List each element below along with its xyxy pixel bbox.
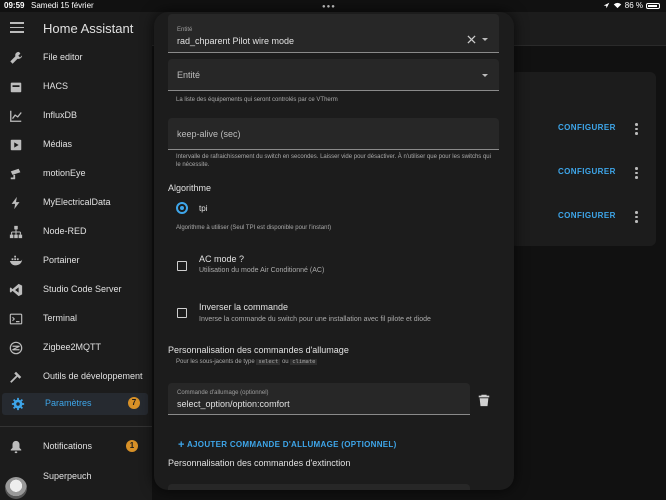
battery-icon (646, 2, 660, 9)
sidebar: Home Assistant File editor HACS InfluxDB… (0, 12, 152, 500)
status-time: 09:59 (4, 1, 25, 10)
sidebar-item-developer-tools[interactable]: Outils de développement (0, 366, 152, 388)
settings-badge: 7 (128, 397, 140, 409)
sidebar-item-terminal[interactable]: Terminal (0, 308, 152, 330)
ac-mode-title: AC mode ? (199, 254, 245, 264)
play-box-icon (10, 139, 22, 151)
turnon-section-title: Personnalisation des commandes d'allumag… (168, 345, 349, 355)
menu-icon[interactable] (10, 22, 24, 34)
sidebar-item-myelectricaldata[interactable]: MyElectricalData (0, 192, 152, 214)
sitemap-icon (9, 225, 23, 239)
more-vert-icon[interactable] (635, 123, 638, 137)
keepalive-helper: Intervalle de rafraichissement du switch… (176, 154, 491, 168)
algorithm-helper: Algorithme à utiliser (Seul TPI est disp… (176, 225, 332, 231)
chart-line-icon (10, 110, 22, 122)
turnoff-command-input[interactable] (168, 484, 470, 490)
sidebar-item-portainer[interactable]: Portainer (0, 250, 152, 272)
console-icon (9, 313, 23, 325)
bell-icon (10, 440, 22, 454)
turnon-command-value: select_option/option:comfort (177, 399, 290, 409)
sidebar-item-notifications[interactable]: Notifications 1 (0, 436, 152, 458)
lightning-icon (11, 196, 20, 210)
sidebar-item-user[interactable]: Superpeuch (0, 466, 152, 488)
turnon-command-input[interactable]: Commande d'allumage (optionnel) select_o… (168, 383, 470, 415)
configure-button[interactable]: CONFIGURER (558, 167, 616, 176)
hacs-icon (10, 82, 22, 93)
clear-icon[interactable] (467, 35, 476, 44)
docker-icon (9, 255, 23, 266)
sidebar-item-studio-code-server[interactable]: Studio Code Server (0, 279, 152, 301)
cctv-icon (10, 168, 21, 180)
sidebar-item-file-editor[interactable]: File editor (0, 47, 152, 69)
sidebar-item-influxdb[interactable]: InfluxDB (0, 105, 152, 127)
sidebar-item-motioneye[interactable]: motionEye (0, 163, 152, 185)
location-icon (603, 2, 610, 9)
cog-icon (11, 397, 25, 411)
invert-command-title: Inverser la commande (199, 302, 289, 312)
delete-icon[interactable] (477, 393, 491, 407)
entity-value: rad_chparent Pilot wire mode (177, 36, 295, 46)
turnon-helper: Pour les sous-jacents de type select ou … (176, 359, 318, 365)
add-turnon-command-button[interactable]: + AJOUTER COMMANDE D'ALLUMAGE (OPTIONNEL… (178, 439, 397, 451)
invert-command-subtitle: Inverse la commande du switch pour une i… (199, 316, 431, 323)
keepalive-placeholder: keep-alive (sec) (177, 129, 241, 139)
zigbee-icon (9, 341, 23, 355)
dropdown-arrow-icon[interactable] (482, 38, 488, 41)
sidebar-item-medias[interactable]: Médias (0, 134, 152, 156)
entity-placeholder: Entité (177, 70, 201, 80)
ac-mode-checkbox[interactable] (177, 261, 187, 271)
options-dialog: Entité rad_chparent Pilot wire mode Enti… (154, 12, 514, 490)
invert-command-checkbox[interactable] (177, 308, 187, 318)
status-date: Samedi 15 février (31, 1, 94, 10)
entity-select-2[interactable]: Entité (168, 59, 499, 91)
dropdown-arrow-icon[interactable] (482, 74, 488, 77)
entity-helper: La liste des équipements qui seront cont… (176, 97, 338, 103)
more-vert-icon[interactable] (635, 167, 638, 181)
sidebar-item-zigbee2mqtt[interactable]: Zigbee2MQTT (0, 337, 152, 359)
status-right: 86 % (603, 1, 660, 10)
sidebar-header: Home Assistant (0, 12, 152, 46)
wifi-icon (613, 2, 622, 9)
vscode-icon (9, 283, 23, 297)
configure-button[interactable]: CONFIGURER (558, 123, 616, 132)
algorithm-title: Algorithme (168, 183, 212, 193)
more-vert-icon[interactable] (635, 211, 638, 225)
notifications-badge: 1 (126, 440, 138, 452)
wrench-icon (10, 51, 23, 64)
hammer-icon (10, 371, 22, 383)
ac-mode-subtitle: Utilisation du mode Air Conditionné (AC) (199, 267, 325, 274)
battery-text: 86 % (624, 1, 643, 10)
sidebar-divider (0, 426, 152, 427)
multitask-dots-icon[interactable]: ●●● (322, 4, 336, 10)
algorithm-radio-tpi[interactable] (176, 202, 188, 214)
plus-icon: + (178, 439, 185, 451)
sidebar-item-node-red[interactable]: Node-RED (0, 221, 152, 243)
app-title: Home Assistant (43, 21, 134, 36)
entity-select-1[interactable]: Entité rad_chparent Pilot wire mode (168, 14, 499, 53)
sidebar-item-hacs[interactable]: HACS (0, 76, 152, 98)
status-bar: 09:59 Samedi 15 février ●●● 86 % (0, 0, 666, 12)
turnoff-section-title: Personnalisation des commandes d'extinct… (168, 458, 351, 468)
sidebar-item-settings[interactable]: Paramètres 7 (2, 393, 148, 415)
entity-label: Entité (177, 27, 193, 33)
keepalive-input[interactable]: keep-alive (sec) (168, 118, 499, 150)
algorithm-option-label: tpi (199, 204, 208, 213)
configure-button[interactable]: CONFIGURER (558, 211, 616, 220)
turnon-command-label: Commande d'allumage (optionnel) (177, 390, 269, 396)
